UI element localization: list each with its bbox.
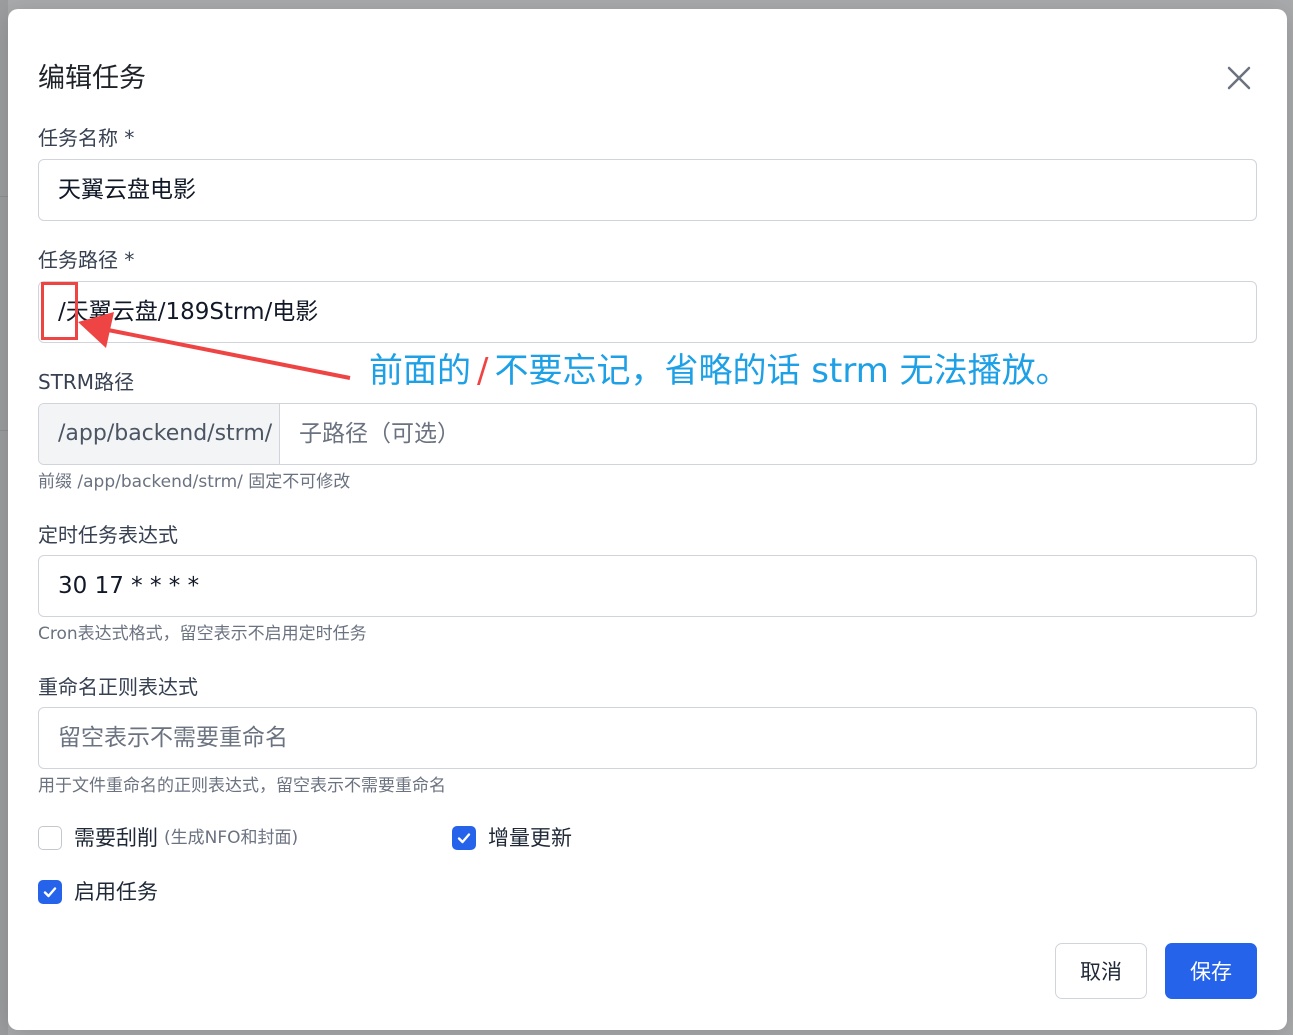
incremental-checkbox[interactable]: 增量更新: [452, 824, 572, 852]
rename-label: 重命名正则表达式: [38, 675, 198, 699]
close-icon: [1227, 66, 1251, 90]
incremental-checkbox-box[interactable]: [452, 826, 476, 850]
strm-subpath-input[interactable]: 子路径（可选）: [280, 404, 1256, 464]
task-name-label: 任务名称 *: [38, 126, 135, 150]
task-path-label: 任务路径 *: [38, 248, 135, 272]
incremental-label: 增量更新: [488, 826, 572, 850]
close-button[interactable]: [1224, 63, 1254, 93]
scrape-checkbox[interactable]: 需要刮削 (生成NFO和封面): [38, 824, 298, 852]
scrape-note: (生成NFO和封面): [164, 828, 299, 848]
check-icon: [43, 887, 57, 898]
rename-input[interactable]: 留空表示不需要重命名: [38, 707, 1257, 769]
edit-task-dialog: 编辑任务 任务名称 * 天翼云盘电影 任务路径 * /天翼云盘/189Strm/…: [8, 9, 1287, 1030]
check-icon: [457, 833, 471, 844]
required-mark: *: [124, 126, 135, 150]
annotation-text: 前面的 / 不要忘记，省略的话 strm 无法播放。: [369, 351, 1070, 391]
strm-path-hint: 前缀 /app/backend/strm/ 固定不可修改: [38, 472, 351, 492]
strm-path-prefix: /app/backend/strm/: [39, 404, 280, 464]
scrape-checkbox-box[interactable]: [38, 826, 62, 850]
cron-input[interactable]: 30 17 * * * *: [38, 555, 1257, 617]
page-backdrop: [0, 0, 8, 1035]
enable-checkbox[interactable]: 启用任务: [38, 878, 158, 906]
strm-path-label: STRM路径: [38, 370, 135, 394]
task-name-input[interactable]: 天翼云盘电影: [38, 159, 1257, 221]
enable-label: 启用任务: [74, 880, 158, 904]
strm-path-group: /app/backend/strm/ 子路径（可选）: [38, 403, 1257, 465]
required-mark: *: [124, 248, 135, 272]
cron-hint: Cron表达式格式，留空表示不启用定时任务: [38, 624, 367, 644]
task-path-input[interactable]: /天翼云盘/189Strm/电影: [38, 281, 1257, 343]
cron-label: 定时任务表达式: [38, 523, 178, 547]
dialog-title: 编辑任务: [38, 63, 146, 94]
cancel-button[interactable]: 取消: [1055, 943, 1147, 999]
scrape-label: 需要刮削: [74, 826, 158, 850]
rename-hint: 用于文件重命名的正则表达式，留空表示不需要重命名: [38, 776, 446, 796]
enable-checkbox-box[interactable]: [38, 880, 62, 904]
save-button[interactable]: 保存: [1165, 943, 1257, 999]
